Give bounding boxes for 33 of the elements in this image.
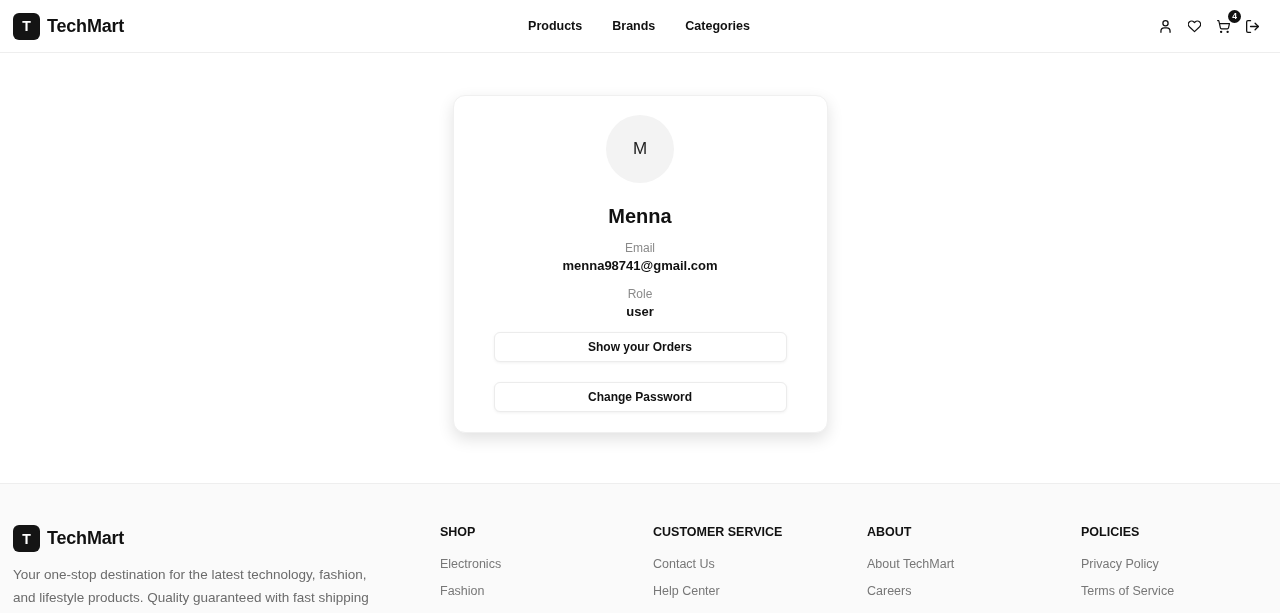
footer-link[interactable]: Careers [867, 583, 912, 599]
footer-link[interactable]: Terms of Service [1081, 583, 1175, 599]
footer-link[interactable]: Fashion [440, 583, 485, 599]
profile-action-button[interactable]: Show your Orders [493, 332, 787, 362]
user-icon[interactable] [1159, 19, 1172, 33]
footer-description: Your one-stop destination for the latest technology, fashion, and lifestyle products. Quality guaranteed with fast shipping [13, 566, 370, 607]
field-label: Email [625, 240, 655, 256]
nav-link[interactable]: Brands [612, 19, 656, 33]
footer-column-title: ABOUT [867, 524, 912, 540]
footer-link[interactable]: Contact Us [653, 556, 715, 572]
field-label: Role [627, 286, 653, 302]
profile-name: Menna [608, 204, 672, 229]
logo-mark: T [13, 525, 40, 552]
brand-name: TechMart [47, 528, 125, 549]
cart-count-badge: 4 [1228, 9, 1241, 23]
avatar-circle: M [606, 115, 674, 183]
nav-link[interactable]: Categories [685, 19, 750, 33]
cart-icon[interactable] [1217, 19, 1230, 33]
footer-link[interactable]: Privacy Policy [1081, 556, 1159, 572]
footer-column-title: SHOP [440, 524, 476, 540]
footer-link[interactable]: About TechMart [867, 556, 955, 572]
heart-icon[interactable] [1188, 19, 1201, 33]
logo-mark: T [13, 12, 40, 40]
logout-icon[interactable] [1246, 19, 1259, 33]
brand-name[interactable]: TechMart [47, 15, 125, 37]
footer-link[interactable]: Help Center [653, 583, 720, 599]
footer-column-title: CUSTOMER SERVICE [653, 524, 783, 540]
field-value: user [626, 303, 654, 321]
footer-link[interactable]: Electronics [440, 556, 502, 572]
nav-link[interactable]: Products [528, 19, 583, 33]
field-value: menna98741@gmail.com [562, 257, 718, 275]
profile-action-button[interactable]: Change Password [493, 382, 787, 412]
footer-column-title: POLICIES [1081, 524, 1140, 540]
